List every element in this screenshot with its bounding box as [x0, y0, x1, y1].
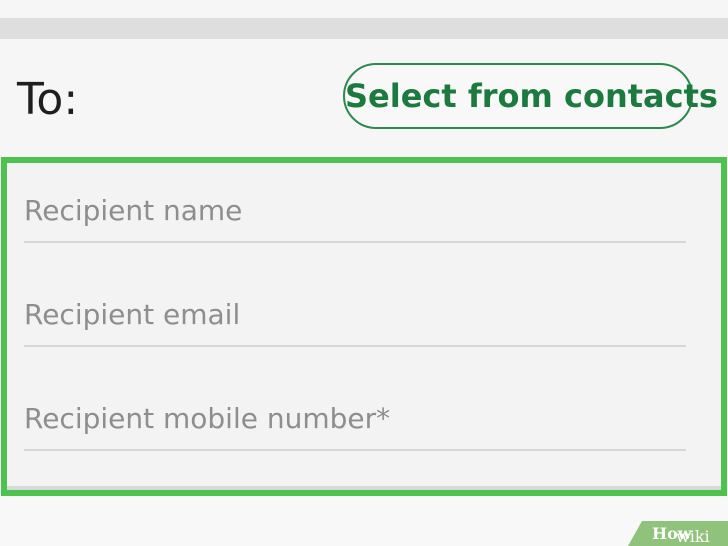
field-underline [24, 241, 686, 243]
recipient-email-placeholder: Recipient email [24, 298, 241, 331]
recipient-name-field[interactable]: Recipient name [24, 193, 686, 243]
field-underline [24, 449, 686, 451]
recipient-email-field[interactable]: Recipient email [24, 297, 686, 347]
watermark-prefix: wiki [676, 527, 710, 546]
bottom-band [0, 496, 728, 546]
wikihow-watermark: wiki How [628, 521, 728, 546]
top-bar [0, 0, 728, 18]
field-underline [24, 345, 686, 347]
recipient-mobile-field[interactable]: Recipient mobile number* [24, 401, 686, 451]
to-label: To: [17, 74, 79, 125]
select-from-contacts-button[interactable]: Select from contacts [343, 63, 718, 129]
header-separator-band [0, 18, 728, 39]
recipient-mobile-placeholder: Recipient mobile number* [24, 402, 391, 435]
recipient-name-placeholder: Recipient name [24, 194, 243, 227]
watermark-text: wiki How [652, 524, 710, 546]
bottom-divider [7, 486, 721, 490]
